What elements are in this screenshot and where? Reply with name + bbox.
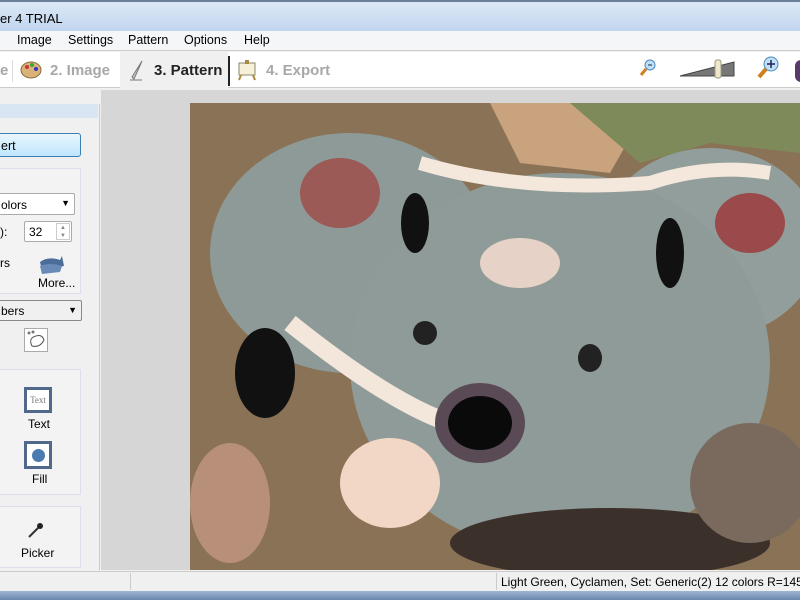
fill-tool-label[interactable]: Fill <box>32 472 47 486</box>
divider <box>12 60 13 82</box>
fill-tool-icon[interactable] <box>24 441 52 469</box>
menu-help[interactable]: Help <box>244 33 270 47</box>
quill-icon <box>130 60 143 81</box>
picker-tool-label[interactable]: Picker <box>21 546 54 560</box>
tab-1[interactable]: e <box>0 52 8 88</box>
menu-image[interactable]: Image <box>17 33 52 47</box>
tab-image[interactable]: 2. Image <box>18 52 118 88</box>
easel-icon <box>238 60 256 81</box>
colors-label: rs <box>0 256 10 270</box>
divider <box>228 56 230 86</box>
status-bar: Light Green, Cyclamen, Set: Generic(2) 1… <box>0 571 800 591</box>
window-title: er 4 TRIAL <box>0 11 63 26</box>
status-text: Light Green, Cyclamen, Set: Generic(2) 1… <box>501 575 800 589</box>
palette-icon <box>20 61 42 79</box>
panel-header <box>0 104 98 118</box>
zoom-in-icon[interactable] <box>754 55 782 81</box>
more-colors-icon[interactable] <box>38 252 66 276</box>
wizard-tabs: e 2. Image 3. Pattern 4. Export <box>0 52 800 88</box>
chevron-down-icon: ▼ <box>61 198 70 208</box>
tab-pattern[interactable]: 3. Pattern <box>120 52 228 88</box>
tab-export[interactable]: 4. Export <box>236 52 330 88</box>
count-stepper[interactable]: 32 ▲ ▼ <box>24 221 72 242</box>
text-tool-icon[interactable]: Text <box>24 387 52 413</box>
stepper-arrows-icon[interactable]: ▲ ▼ <box>56 223 70 240</box>
menu-settings[interactable]: Settings <box>68 33 113 47</box>
divider <box>496 573 497 590</box>
divider <box>130 573 131 590</box>
more-button[interactable]: More... <box>38 276 75 290</box>
zoom-out-icon[interactable] <box>638 58 658 78</box>
window-border <box>0 591 800 600</box>
left-panel: ert olors ▼ ): 32 ▲ ▼ rs More... bers ▼ Text… <box>0 104 100 570</box>
menu-bar: Image Settings Pattern Options Help <box>0 31 800 51</box>
eyedropper-icon[interactable] <box>26 522 44 540</box>
koala-pattern-image[interactable] <box>190 103 800 570</box>
pattern-canvas[interactable] <box>101 90 800 570</box>
count-label: ): <box>0 225 8 239</box>
symbols-select[interactable]: bers ▼ <box>0 300 82 321</box>
text-tool-label[interactable]: Text <box>28 417 50 431</box>
chevron-down-icon: ▼ <box>68 305 77 315</box>
zoom-slider[interactable] <box>678 58 738 80</box>
convert-button[interactable]: ert <box>0 133 81 157</box>
title-bar: er 4 TRIAL <box>0 0 800 31</box>
menu-options[interactable]: Options <box>184 33 227 47</box>
bird-symbol-icon[interactable] <box>24 328 48 352</box>
colors-select[interactable]: olors ▼ <box>0 193 75 215</box>
color-icon[interactable] <box>795 60 800 82</box>
menu-pattern[interactable]: Pattern <box>128 33 168 47</box>
